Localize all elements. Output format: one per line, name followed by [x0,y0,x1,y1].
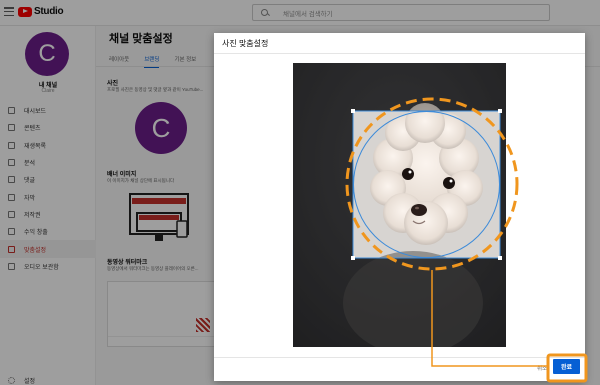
photo-customize-dialog: 사진 맞춤설정 취소 완료 [214,33,585,381]
crop-handle[interactable] [498,109,502,113]
dialog-footer-divider [214,357,585,358]
crop-handle[interactable] [351,256,355,260]
dialog-title: 사진 맞춤설정 [222,39,269,48]
photo-crop-area[interactable] [293,63,506,347]
done-button[interactable]: 완료 [553,359,580,374]
crop-handle[interactable] [498,256,502,260]
dog-photo [293,63,506,347]
dialog-header-divider [214,53,585,54]
cancel-button[interactable]: 취소 [537,364,547,372]
crop-handle[interactable] [351,109,355,113]
